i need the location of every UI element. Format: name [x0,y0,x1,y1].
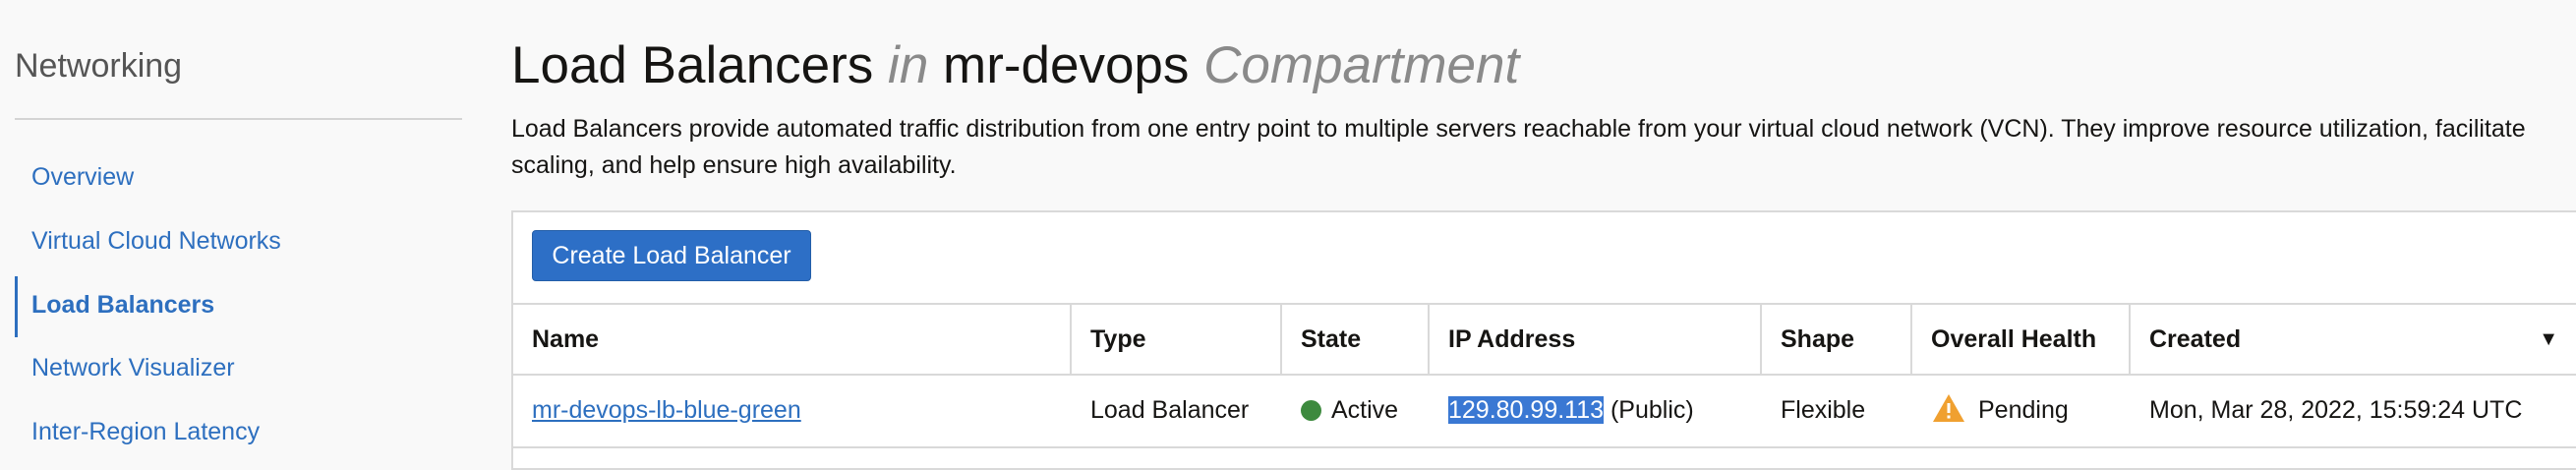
sidebar-item-virtual-cloud-networks[interactable]: Virtual Cloud Networks [31,227,281,256]
page-title-in: in [888,36,929,94]
sidebar-item-inter-region-latency[interactable]: Inter-Region Latency [31,418,260,446]
sidebar-item-overview[interactable]: Overview [31,163,134,192]
cell-overall-health: Pending [1912,374,2069,446]
column-header-ip-address[interactable]: IP Address [1430,305,1762,374]
load-balancer-name-link[interactable]: mr-devops-lb-blue-green [532,396,801,424]
page-title-main: Load Balancers [511,36,874,94]
page-description: Load Balancers provide automated traffic… [511,115,2526,179]
state-label: Active [1331,396,1399,424]
column-header-type[interactable]: Type [1072,305,1282,374]
cell-type: Load Balancer [1090,396,1250,424]
column-header-overall-health[interactable]: Overall Health [1912,305,2131,374]
page-title-suffix: Compartment [1203,36,1520,94]
table-row: mr-devops-lb-blue-green Load Balancer Ac… [513,374,2576,448]
load-balancers-panel: Create Load Balancer Name Type State IP … [511,210,2576,470]
column-header-name[interactable]: Name [513,305,1072,374]
table-header: Name Type State IP Address Shape Overall… [513,303,2576,376]
health-label: Pending [1978,396,2069,424]
main-content: Load Balancers in mr-devops Compartment … [511,0,2576,470]
caret-down-icon[interactable]: ▼ [2539,305,2558,374]
column-header-created-label: Created [2149,325,2242,353]
cell-name: mr-devops-lb-blue-green [513,374,801,446]
cell-created: Mon, Mar 28, 2022, 15:59:24 UTC [2149,396,2523,424]
warning-triangle-icon [1933,394,1964,422]
column-header-shape[interactable]: Shape [1762,305,1912,374]
sidebar-active-indicator [15,276,18,337]
create-load-balancer-button[interactable]: Create Load Balancer [532,230,811,281]
column-header-state[interactable]: State [1282,305,1430,374]
ip-address-value[interactable]: 129.80.99.113 [1448,396,1605,424]
ip-address-scope: (Public) [1610,396,1694,424]
column-header-created[interactable]: Created ▼ [2131,305,2576,374]
sidebar-item-load-balancers[interactable]: Load Balancers [31,291,214,320]
sidebar-divider [15,118,462,120]
cell-state: Active [1282,374,1398,446]
compartment-name: mr-devops [943,36,1190,94]
cell-shape: Flexible [1781,396,1866,424]
page-title: Load Balancers in mr-devops Compartment [511,35,1519,95]
cell-ip-address: 129.80.99.113 (Public) [1430,374,1694,446]
status-dot-icon [1301,400,1321,421]
sidebar: Networking Overview Virtual Cloud Networ… [0,0,462,456]
sidebar-title: Networking [15,47,183,85]
sidebar-item-network-visualizer[interactable]: Network Visualizer [31,354,235,382]
